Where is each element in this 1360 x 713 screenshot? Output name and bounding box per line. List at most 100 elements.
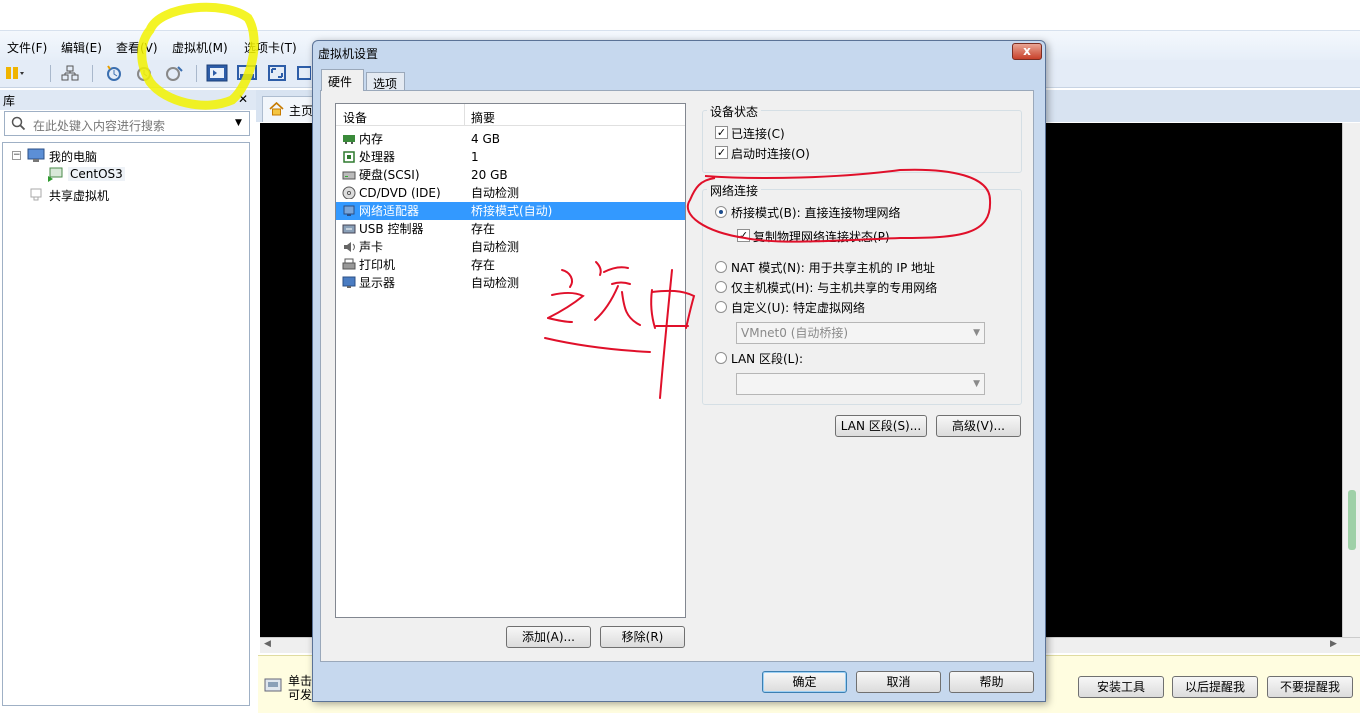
- cd-icon: [342, 186, 356, 199]
- device-summary: 自动检测: [471, 276, 520, 290]
- tree-item-centos3[interactable]: CentOS3: [68, 167, 125, 181]
- device-label: 处理器: [359, 150, 396, 164]
- help-button[interactable]: 帮助: [949, 671, 1034, 693]
- connect-on-start-label: 启动时连接(O): [731, 147, 810, 161]
- host-only-radio[interactable]: [715, 281, 727, 293]
- device-summary: 存在: [471, 258, 496, 272]
- sound-icon: [344, 242, 355, 252]
- search-dropdown-icon[interactable]: ▼: [235, 118, 242, 128]
- fullscreen-icon[interactable]: [267, 64, 287, 82]
- device-label: 打印机: [359, 258, 396, 272]
- device-row[interactable]: 处理器 1: [336, 148, 685, 166]
- device-summary: 20 GB: [471, 168, 508, 182]
- custom-network-value: VMnet0 (自动桥接): [741, 326, 849, 340]
- vmware-tools-icon: [264, 678, 282, 692]
- ok-button[interactable]: 确定: [762, 671, 847, 693]
- connect-on-start-checkbox[interactable]: ✓: [715, 146, 728, 159]
- device-summary: 存在: [471, 222, 496, 236]
- device-row[interactable]: USB 控制器 存在: [336, 220, 685, 238]
- scroll-thumb[interactable]: [1348, 490, 1356, 550]
- nat-radio[interactable]: [715, 261, 727, 273]
- device-row[interactable]: 声卡 自动检测: [336, 238, 685, 256]
- network-tree-icon[interactable]: [60, 64, 80, 82]
- device-row[interactable]: 硬盘(SCSI) 20 GB: [336, 166, 685, 184]
- menu-view[interactable]: 查看(V): [116, 39, 158, 56]
- bridged-radio[interactable]: [715, 206, 727, 218]
- device-label: 显示器: [359, 276, 396, 290]
- printer-icon: [342, 258, 356, 270]
- menu-tabs[interactable]: 选项卡(T): [244, 39, 297, 56]
- advanced-button[interactable]: 高级(V)...: [936, 415, 1021, 437]
- device-label: CD/DVD (IDE): [359, 186, 441, 200]
- device-label: USB 控制器: [359, 222, 424, 236]
- revert-snapshot-icon[interactable]: [134, 64, 154, 82]
- memory-icon: [343, 135, 355, 144]
- remind-later-button[interactable]: 以后提醒我: [1172, 676, 1258, 698]
- dialog-title: 虚拟机设置: [318, 47, 379, 61]
- device-row[interactable]: 网络适配器 桥接模式(自动): [336, 202, 685, 220]
- snapshot-icon[interactable]: [104, 64, 124, 82]
- menu-edit[interactable]: 编辑(E): [61, 39, 102, 56]
- tab-hardware[interactable]: 硬件: [321, 69, 364, 91]
- cancel-button[interactable]: 取消: [856, 671, 941, 693]
- chevron-down-icon: ▼: [973, 379, 980, 389]
- tab-home-label: 主页: [289, 104, 314, 118]
- unity-icon[interactable]: [297, 64, 311, 82]
- remove-device-button[interactable]: 移除(R): [600, 626, 685, 648]
- replicate-state-label: 复制物理网络连接状态(P): [753, 230, 890, 244]
- library-tree: − 我的电脑 CentOS3 共享虚拟机: [2, 142, 250, 706]
- collapse-toggle-icon[interactable]: −: [12, 151, 21, 160]
- device-label: 网络适配器: [359, 204, 420, 218]
- column-summary[interactable]: 摘要: [471, 109, 495, 126]
- scroll-right-icon[interactable]: ▶: [1330, 639, 1337, 649]
- install-tools-button[interactable]: 安装工具: [1078, 676, 1164, 698]
- dialog-close-button[interactable]: x: [1012, 43, 1042, 60]
- device-row[interactable]: CD/DVD (IDE) 自动检测: [336, 184, 685, 202]
- dont-remind-button[interactable]: 不要提醒我: [1267, 676, 1353, 698]
- tree-item-my-computer[interactable]: 我的电脑: [49, 148, 97, 165]
- display-icon: [342, 276, 356, 288]
- custom-network-select[interactable]: VMnet0 (自动桥接) ▼: [736, 322, 985, 344]
- custom-label: 自定义(U): 特定虚拟网络: [731, 301, 866, 315]
- device-label: 内存: [359, 132, 384, 146]
- vertical-scrollbar[interactable]: [1342, 123, 1360, 637]
- device-summary: 1: [471, 150, 479, 164]
- library-search[interactable]: 在此处键入内容进行搜索 ▼: [4, 111, 250, 136]
- device-row[interactable]: 显示器 自动检测: [336, 274, 685, 292]
- library-title: 库: [3, 94, 16, 108]
- device-list: 设备 摘要 内存 4 GB 处理器 1 硬盘(SCSI) 20 GB CD/DVD (IDE…: [335, 103, 686, 618]
- scroll-left-icon[interactable]: ◀: [264, 639, 271, 649]
- lan-segment-radio[interactable]: [715, 352, 727, 364]
- column-divider: [464, 104, 465, 126]
- connected-checkbox[interactable]: ✓: [715, 126, 728, 139]
- quick-switch-icon[interactable]: [237, 64, 257, 82]
- library-header: 库 ✕: [0, 90, 256, 110]
- tree-item-shared-vms[interactable]: 共享虚拟机: [49, 187, 109, 204]
- pause-icon[interactable]: [4, 64, 24, 82]
- device-label: 硬盘(SCSI): [359, 168, 420, 182]
- library-close-button[interactable]: ✕: [238, 92, 248, 106]
- usb-icon: [342, 224, 356, 234]
- console-view-icon[interactable]: [206, 64, 228, 82]
- device-status-title: 设备状态: [707, 103, 762, 120]
- column-device[interactable]: 设备: [343, 109, 367, 126]
- lan-segment-select[interactable]: ▼: [736, 373, 985, 395]
- replicate-state-checkbox[interactable]: ✓: [737, 229, 750, 242]
- lan-segment-label: LAN 区段(L):: [731, 352, 804, 366]
- computer-icon: [27, 148, 45, 162]
- menu-vm[interactable]: 虚拟机(M): [172, 39, 228, 56]
- bridged-label: 桥接模式(B): 直接连接物理网络: [731, 206, 901, 220]
- custom-radio[interactable]: [715, 301, 727, 313]
- device-summary: 桥接模式(自动): [471, 204, 553, 218]
- vm-running-icon: [48, 167, 63, 182]
- menu-file[interactable]: 文件(F): [7, 39, 47, 56]
- device-row[interactable]: 打印机 存在: [336, 256, 685, 274]
- device-summary: 自动检测: [471, 186, 520, 200]
- device-row[interactable]: 内存 4 GB: [336, 130, 685, 148]
- device-list-header: 设备 摘要: [336, 104, 685, 126]
- lan-segments-button[interactable]: LAN 区段(S)...: [835, 415, 927, 437]
- snapshot-manager-icon[interactable]: [164, 64, 184, 82]
- network-connection-title: 网络连接: [707, 182, 762, 199]
- add-device-button[interactable]: 添加(A)...: [506, 626, 591, 648]
- tab-options[interactable]: 选项: [366, 72, 405, 91]
